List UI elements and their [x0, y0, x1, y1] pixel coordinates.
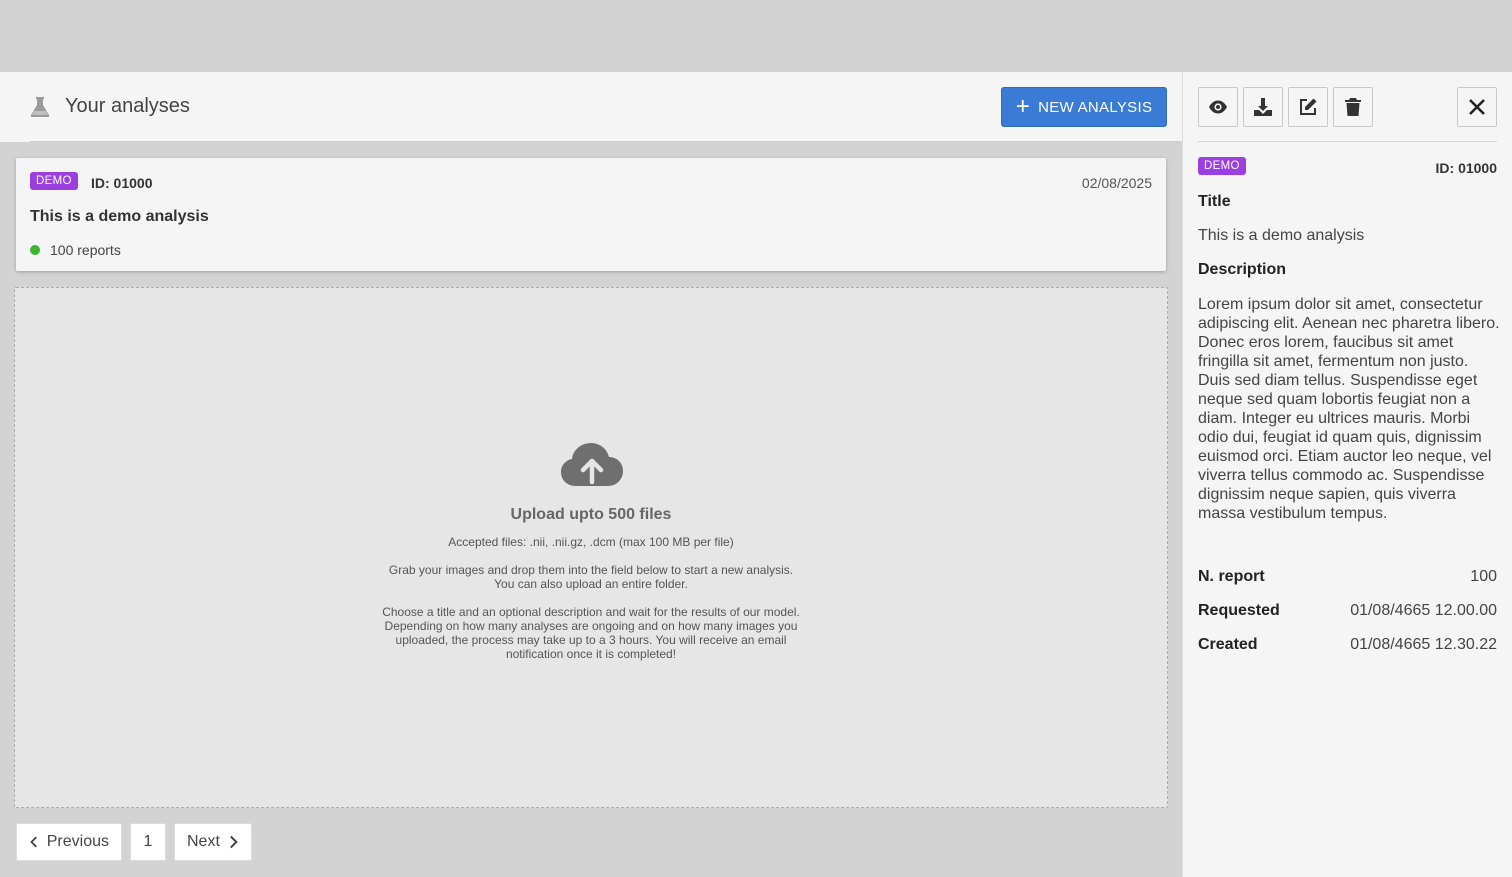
- created-label: Created: [1198, 636, 1258, 653]
- upload-instructions-4: Depending on how many analyses are ongoi…: [384, 619, 798, 633]
- upload-title: Upload upto 500 files: [510, 506, 672, 523]
- cloud-upload-icon: [561, 443, 623, 486]
- upload-dropzone[interactable]: Upload upto 500 files Accepted files: .n…: [14, 287, 1168, 808]
- requested-label: Requested: [1198, 602, 1280, 619]
- view-button[interactable]: [1198, 87, 1238, 127]
- requested-row: Requested 01/08/4665 12.00.00: [1198, 602, 1497, 620]
- new-analysis-button[interactable]: + NEW ANALYSIS: [1001, 87, 1167, 127]
- download-button[interactable]: [1243, 87, 1283, 127]
- chevron-right-icon: [229, 835, 238, 849]
- upload-instructions-6: notification once it is completed!: [505, 647, 677, 661]
- header-divider: [30, 141, 1182, 142]
- description-value: Lorem ipsum dolor sit amet, consectetur …: [1198, 296, 1500, 522]
- flask-icon: [30, 97, 50, 117]
- upload-instructions-5: uploaded, the process may take up to a 3…: [395, 633, 787, 647]
- analyses-panel: Your analyses + NEW ANALYSIS DEMO ID: 01…: [0, 72, 1182, 877]
- analysis-title: This is a demo analysis: [30, 208, 209, 225]
- analysis-id: ID: 01000: [91, 175, 153, 191]
- page-number-button[interactable]: 1: [130, 823, 166, 861]
- pagination: Previous 1 Next: [16, 823, 252, 861]
- previous-page-button[interactable]: Previous: [16, 823, 122, 861]
- report-row: N. report 100: [1198, 568, 1497, 586]
- toolbar-divider: [1198, 141, 1497, 142]
- plus-icon: +: [1015, 93, 1031, 120]
- analysis-card[interactable]: DEMO ID: 01000 02/08/2025 This is a demo…: [16, 158, 1166, 271]
- report-count: 100 reports: [50, 242, 121, 258]
- close-icon: [1469, 99, 1485, 115]
- upload-instructions-3: Choose a title and an optional descripti…: [382, 605, 800, 619]
- edit-button[interactable]: [1288, 87, 1328, 127]
- page-title: Your analyses: [65, 95, 190, 117]
- report-value: 100: [1470, 568, 1497, 585]
- next-label: Next: [187, 833, 220, 850]
- analyses-header: Your analyses + NEW ANALYSIS: [0, 72, 1182, 142]
- details-panel: DEMO ID: 01000 Title This is a demo anal…: [1182, 72, 1512, 877]
- accepted-files-text: Accepted files: .nii, .nii.gz, .dcm (max…: [448, 535, 734, 549]
- previous-label: Previous: [46, 833, 109, 850]
- top-bar: [0, 0, 1512, 72]
- analysis-date: 02/08/2025: [1081, 175, 1152, 191]
- chevron-left-icon: [30, 836, 37, 848]
- title-value: This is a demo analysis: [1198, 227, 1365, 244]
- eye-icon: [1209, 100, 1227, 114]
- created-row: Created 01/08/4665 12.30.22: [1198, 636, 1497, 654]
- created-value: 01/08/4665 12.30.22: [1350, 636, 1497, 653]
- report-label: N. report: [1198, 568, 1265, 585]
- close-button[interactable]: [1457, 87, 1497, 127]
- status-dot-icon: [30, 245, 40, 255]
- detail-demo-badge: DEMO: [1198, 157, 1246, 175]
- trash-icon: [1345, 98, 1361, 116]
- download-icon: [1254, 98, 1272, 116]
- analysis-status: 100 reports: [30, 242, 121, 258]
- title-label: Title: [1198, 193, 1231, 210]
- delete-button[interactable]: [1333, 87, 1373, 127]
- requested-value: 01/08/4665 12.00.00: [1350, 602, 1497, 619]
- description-label: Description: [1198, 261, 1287, 278]
- new-analysis-label: NEW ANALYSIS: [1038, 98, 1153, 116]
- upload-instructions-1: Grab your images and drop them into the …: [388, 563, 794, 577]
- next-page-button[interactable]: Next: [174, 823, 252, 861]
- detail-id: ID: 01000: [1435, 160, 1497, 176]
- demo-badge: DEMO: [30, 172, 78, 190]
- edit-icon: [1300, 98, 1317, 115]
- upload-instructions-2: You can also upload an entire folder.: [494, 577, 688, 591]
